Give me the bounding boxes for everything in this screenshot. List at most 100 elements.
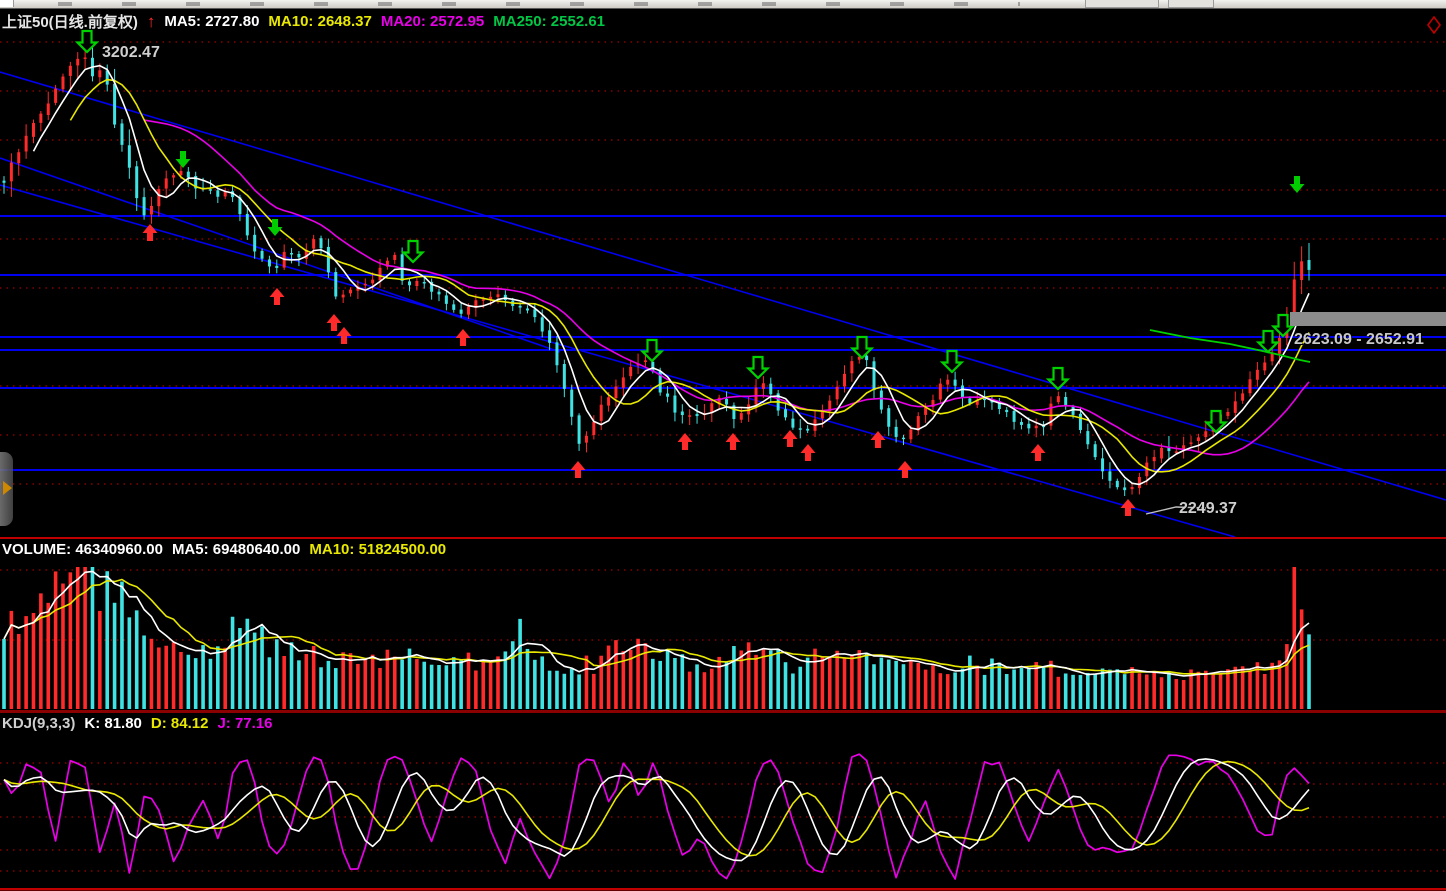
volume-bar bbox=[739, 650, 743, 709]
volume-bar bbox=[157, 647, 161, 709]
candle-body bbox=[1204, 431, 1207, 437]
volume-bar bbox=[1167, 671, 1171, 709]
candle-body bbox=[342, 295, 345, 298]
volume-bar bbox=[69, 572, 73, 709]
volume-bar bbox=[1248, 671, 1252, 709]
volume-bar bbox=[762, 649, 766, 709]
volume-bar bbox=[909, 660, 913, 709]
volume-bar bbox=[1020, 668, 1024, 709]
volume-bar bbox=[341, 652, 345, 709]
candle-body bbox=[179, 171, 182, 175]
candle-body bbox=[1131, 487, 1134, 489]
volume-bar bbox=[880, 658, 884, 709]
candle-body bbox=[415, 281, 418, 286]
candle-body bbox=[696, 414, 699, 416]
candle-body bbox=[519, 306, 522, 308]
kdj-pane-header: KDJ(9,3,3) K: 81.80 D: 84.12 J: 77.16 bbox=[2, 715, 273, 732]
volume-bar bbox=[415, 659, 419, 709]
volume-bar bbox=[1012, 670, 1016, 709]
candle-body bbox=[1138, 477, 1141, 488]
side-panel-handle[interactable] bbox=[0, 452, 13, 526]
volume-bar bbox=[1300, 609, 1304, 709]
volume-bar bbox=[54, 571, 58, 709]
candle-body bbox=[1079, 414, 1082, 430]
volume-bar bbox=[835, 651, 839, 709]
candle-body bbox=[1256, 370, 1259, 380]
volume-bar bbox=[754, 655, 758, 709]
candle-body bbox=[452, 304, 455, 310]
volume-bar bbox=[511, 641, 515, 709]
candlestick-chart-canvas[interactable] bbox=[0, 0, 1446, 891]
volume-bar bbox=[356, 664, 360, 709]
volume-bar bbox=[666, 650, 670, 709]
candle-body bbox=[10, 163, 13, 182]
diamond-marker-icon[interactable] bbox=[1425, 16, 1443, 34]
candle-body bbox=[327, 247, 330, 272]
volume-bar bbox=[894, 661, 898, 709]
candle-body bbox=[135, 166, 138, 198]
candle-body bbox=[1094, 444, 1097, 457]
volume-bar bbox=[1049, 661, 1053, 709]
sell-signal-arrow bbox=[176, 151, 191, 168]
volume-bar bbox=[164, 646, 168, 709]
kdj-bottom-separator bbox=[0, 888, 1446, 891]
volume-bar bbox=[312, 646, 316, 709]
candle-body bbox=[349, 290, 352, 294]
buy-signal-arrow bbox=[456, 329, 471, 346]
price-volume-separator bbox=[0, 537, 1446, 539]
candle-body bbox=[187, 172, 190, 178]
buy-signal-arrow bbox=[801, 444, 816, 461]
candle-body bbox=[445, 295, 448, 303]
volume-bar bbox=[924, 670, 928, 709]
trading-app-window: 上证50(日线.前复权) ↑ MA5: 2727.80 MA10: 2648.3… bbox=[0, 0, 1446, 891]
volume-bar bbox=[282, 656, 286, 709]
volume-readout: VOLUME: 46340960.00 bbox=[2, 541, 163, 558]
volume-bar bbox=[481, 660, 485, 709]
volume-bar bbox=[105, 571, 109, 709]
volume-bar bbox=[1211, 673, 1215, 709]
volume-bar bbox=[430, 665, 434, 709]
candle-body bbox=[1101, 458, 1104, 471]
candle-body bbox=[548, 330, 551, 343]
candle-body bbox=[1086, 431, 1089, 444]
volume-bar bbox=[526, 649, 530, 709]
hollow-sell-signal-arrow bbox=[78, 31, 97, 52]
volume-bar bbox=[201, 645, 205, 709]
volume-bar bbox=[939, 673, 943, 709]
range-measure-bar[interactable] bbox=[1290, 312, 1446, 326]
candle-body bbox=[887, 408, 890, 427]
candle-body bbox=[791, 419, 794, 428]
candle-body bbox=[570, 390, 573, 417]
volume-pane-header: VOLUME: 46340960.00 MA5: 69480640.00 MA1… bbox=[2, 541, 446, 558]
ma250-readout: MA250: 2552.61 bbox=[493, 13, 605, 30]
candle-body bbox=[784, 409, 787, 417]
volume-bar bbox=[1285, 644, 1289, 709]
candle-body bbox=[1197, 437, 1200, 441]
candle-body bbox=[379, 268, 382, 281]
candle-body bbox=[297, 254, 300, 257]
volume-bar bbox=[688, 672, 692, 709]
candle-body bbox=[143, 197, 146, 215]
volume-bar bbox=[1263, 674, 1267, 709]
volume-bar bbox=[968, 656, 972, 709]
candle-body bbox=[25, 136, 28, 152]
volume-bar bbox=[297, 660, 301, 709]
volume-bar bbox=[445, 665, 449, 709]
candle-body bbox=[555, 342, 558, 365]
volume-bar bbox=[990, 659, 994, 709]
candle-body bbox=[1072, 407, 1075, 415]
candle-body bbox=[1116, 481, 1119, 487]
candle-body bbox=[865, 356, 868, 360]
volume-bar bbox=[916, 663, 920, 709]
volume-bar bbox=[371, 655, 375, 709]
candle-body bbox=[688, 415, 691, 417]
candle-body bbox=[644, 360, 647, 362]
candle-body bbox=[482, 299, 485, 301]
candle-body bbox=[1190, 442, 1193, 444]
candle-body bbox=[172, 175, 175, 177]
candle-body bbox=[216, 190, 219, 196]
volume-bar bbox=[1042, 666, 1046, 709]
candle-body bbox=[423, 282, 426, 284]
volume-bar bbox=[931, 665, 935, 709]
volume-bar bbox=[334, 668, 338, 709]
